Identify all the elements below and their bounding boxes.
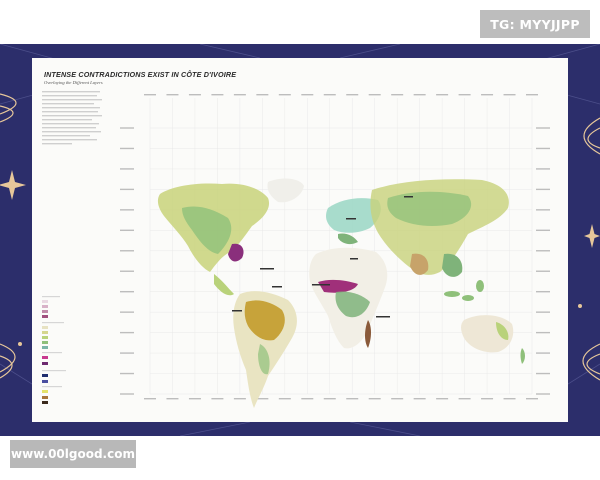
right-tick-label	[536, 372, 550, 375]
bottom-tick-label	[323, 398, 336, 400]
left-tick-label	[120, 311, 134, 313]
left-tick-label	[120, 229, 134, 232]
bottom-tick-label	[346, 398, 359, 400]
right-tick-label	[536, 250, 550, 252]
bottom-tick-label	[391, 398, 404, 400]
star-icon	[584, 224, 600, 248]
bottom-tick-label	[368, 398, 381, 400]
left-tick-label	[120, 188, 134, 191]
left-tick-label	[120, 372, 134, 375]
left-tick-label	[120, 331, 134, 334]
continent-south-america	[233, 291, 297, 408]
bottom-tick-label	[188, 398, 201, 400]
top-tick-label	[481, 94, 494, 96]
left-tick-label	[120, 290, 134, 293]
bottom-tick-label	[526, 398, 538, 400]
top-tick-label	[503, 94, 516, 96]
top-tick-label	[166, 94, 179, 96]
right-tick-label	[536, 331, 550, 334]
top-tick-label	[346, 94, 359, 96]
left-tick-label	[120, 147, 134, 150]
bottom-tick-label	[233, 398, 246, 400]
star-icon	[0, 170, 26, 200]
continent-australia	[461, 315, 525, 364]
left-tick-label	[120, 168, 134, 170]
top-tick-label	[436, 94, 449, 96]
watermark-website: www.00lgood.com	[10, 440, 136, 468]
bottom-tick-label	[458, 398, 471, 400]
southeast-asia-islands	[444, 280, 484, 301]
bottom-tick-label	[144, 398, 156, 400]
bottom-tick-label	[413, 398, 426, 400]
left-tick-label	[120, 127, 134, 129]
top-tick-label	[233, 94, 246, 96]
world-map	[120, 94, 550, 408]
bottom-tick-label	[211, 398, 224, 400]
continent-north-america	[157, 183, 270, 296]
right-tick-label	[536, 229, 550, 232]
bottom-tick-label	[481, 398, 494, 400]
left-tick-label	[120, 209, 134, 211]
right-tick-label	[536, 311, 550, 313]
right-tick-label	[536, 352, 550, 354]
right-tick-label	[536, 127, 550, 129]
top-tick-label	[323, 94, 336, 96]
bottom-tick-label	[166, 398, 179, 400]
left-tick-label	[120, 270, 134, 272]
bottom-tick-label	[301, 398, 314, 400]
top-tick-label	[256, 94, 269, 96]
bottom-tick-label	[503, 398, 516, 400]
left-tick-label	[120, 352, 134, 354]
top-tick-label	[526, 94, 538, 96]
coordinate-ticks	[120, 94, 550, 400]
top-tick-label	[278, 94, 291, 96]
watermark-telegram: TG: MYYJJPP	[480, 10, 590, 38]
right-tick-label	[536, 270, 550, 272]
top-tick-label	[144, 94, 156, 96]
left-tick-label	[120, 393, 134, 395]
map-poster: INTENSE CONTRADICTIONS EXIST IN CÔTE D'I…	[32, 58, 568, 422]
top-tick-label	[368, 94, 381, 96]
left-tick-label	[120, 250, 134, 252]
right-tick-label	[536, 290, 550, 293]
continent-asia	[370, 179, 509, 277]
top-tick-label	[188, 94, 201, 96]
right-tick-label	[536, 209, 550, 211]
bottom-tick-label	[278, 398, 291, 400]
continent-africa	[309, 247, 388, 349]
top-tick-label	[211, 94, 224, 96]
right-tick-label	[536, 168, 550, 170]
top-tick-label	[391, 94, 404, 96]
greenland	[267, 178, 304, 203]
right-tick-label	[536, 393, 550, 395]
bottom-tick-label	[436, 398, 449, 400]
top-tick-label	[301, 94, 314, 96]
top-tick-label	[458, 94, 471, 96]
top-tick-label	[413, 94, 426, 96]
right-tick-label	[536, 188, 550, 191]
right-tick-label	[536, 147, 550, 150]
